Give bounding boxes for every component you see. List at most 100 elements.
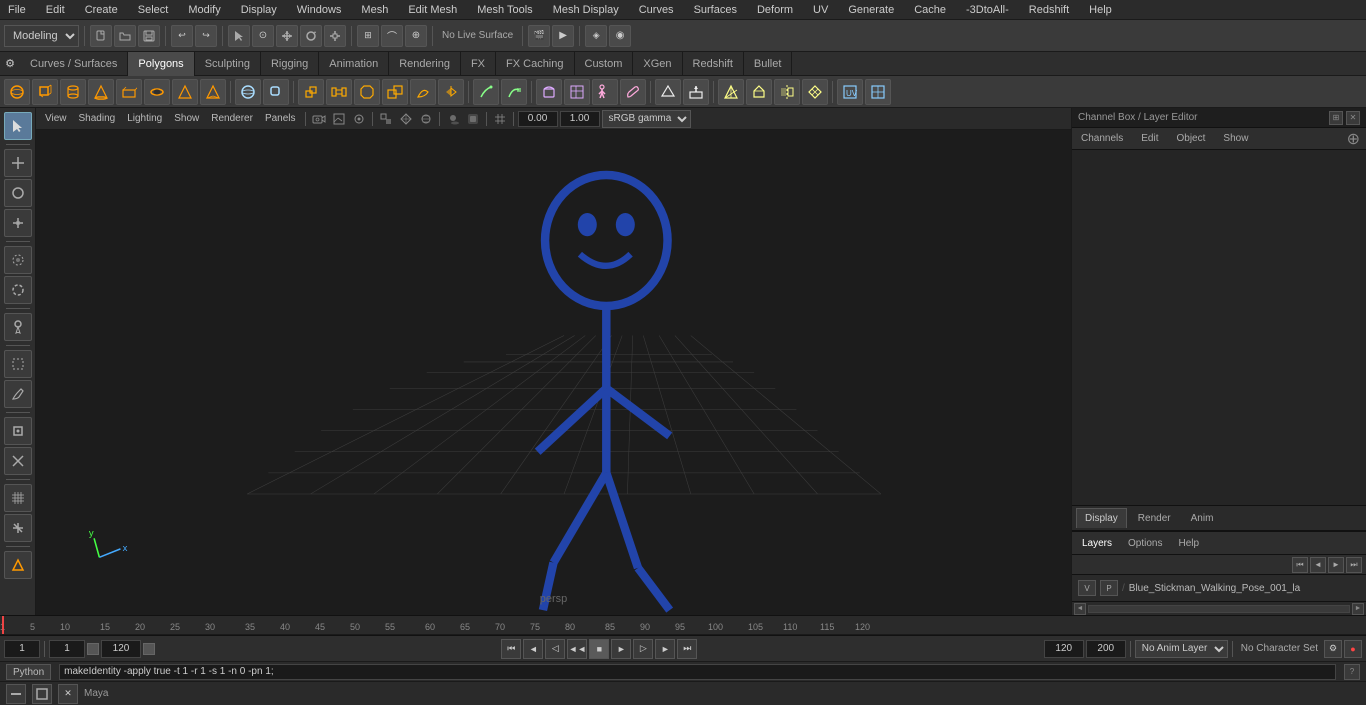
start-frame-input[interactable] <box>49 640 85 658</box>
menu-help[interactable]: Help <box>1085 4 1116 16</box>
command-input[interactable] <box>59 664 1336 680</box>
display-settings-btn[interactable]: ◈ <box>585 25 607 47</box>
vp-image-plane-btn[interactable] <box>330 110 348 128</box>
auto-key-btn[interactable]: ● <box>1344 640 1362 658</box>
menu-3dtoall[interactable]: -3DtoAll- <box>962 4 1013 16</box>
shelf-normal-icon[interactable] <box>683 79 709 105</box>
gamma-input[interactable] <box>518 111 558 127</box>
object-menu[interactable]: Object <box>1174 133 1209 144</box>
shelf-reduce-icon[interactable] <box>746 79 772 105</box>
tab-xgen[interactable]: XGen <box>633 52 682 76</box>
vp-shadows-btn[interactable] <box>444 110 462 128</box>
menu-generate[interactable]: Generate <box>844 4 898 16</box>
workspace-dropdown[interactable]: Modeling <box>4 25 79 47</box>
lasso-tool-btn[interactable]: ⊙ <box>252 25 274 47</box>
tab-sculpting[interactable]: Sculpting <box>195 52 261 76</box>
shelf-sphere-icon[interactable] <box>4 79 30 105</box>
tab-custom[interactable]: Custom <box>575 52 634 76</box>
shading-menu[interactable]: Shading <box>74 113 121 124</box>
shelf-subdiv-cube-icon[interactable] <box>263 79 289 105</box>
menu-surfaces[interactable]: Surfaces <box>690 4 741 16</box>
vp-smooth-btn[interactable] <box>417 110 435 128</box>
layer-phy-btn[interactable]: P <box>1100 580 1118 596</box>
soft-select-tool[interactable] <box>4 246 32 274</box>
open-file-btn[interactable] <box>114 25 136 47</box>
shelf-extrude-icon[interactable] <box>298 79 324 105</box>
layer-nav-prev-prev[interactable]: ⏮ <box>1292 557 1308 573</box>
menu-file[interactable]: File <box>4 4 30 16</box>
shelf-poly-display-icon[interactable] <box>655 79 681 105</box>
redo-btn[interactable]: ↪ <box>195 25 217 47</box>
skip-to-start-btn[interactable]: ⏮ <box>501 639 521 659</box>
shelf-bevel-icon[interactable] <box>354 79 380 105</box>
add-objects-tool[interactable] <box>4 514 32 542</box>
edit-menu[interactable]: Edit <box>1138 133 1161 144</box>
render-tab[interactable]: Render <box>1129 508 1180 528</box>
snap-grid-btn[interactable]: ⊞ <box>357 25 379 47</box>
custom-tool[interactable] <box>4 447 32 475</box>
shelf-smooth-icon[interactable] <box>410 79 436 105</box>
menu-cache[interactable]: Cache <box>910 4 950 16</box>
vp-grid-btn[interactable] <box>491 110 509 128</box>
options-tab[interactable]: Options <box>1124 538 1166 549</box>
transform-tool[interactable] <box>4 149 32 177</box>
prev-key-btn[interactable]: ◁ <box>545 639 565 659</box>
scale-tool[interactable] <box>4 209 32 237</box>
tab-rigging[interactable]: Rigging <box>261 52 319 76</box>
shelf-plane-icon[interactable] <box>116 79 142 105</box>
next-frame-btn[interactable]: ► <box>655 639 675 659</box>
menu-create[interactable]: Create <box>81 4 122 16</box>
paint-tool[interactable] <box>4 380 32 408</box>
select-tool-btn[interactable] <box>228 25 250 47</box>
shelf-cylinder-icon[interactable] <box>60 79 86 105</box>
menu-deform[interactable]: Deform <box>753 4 797 16</box>
anim-layer-select[interactable]: No Anim Layer <box>1135 640 1228 658</box>
vp-camera-tools-btn[interactable] <box>350 110 368 128</box>
lasso-select-tool[interactable] <box>4 276 32 304</box>
snap-to-grid-tool[interactable] <box>4 484 32 512</box>
menu-uv[interactable]: UV <box>809 4 832 16</box>
play-forward-btn[interactable]: ► <box>611 639 631 659</box>
shelf-bridge-icon[interactable] <box>326 79 352 105</box>
shelf-lattice-icon[interactable] <box>564 79 590 105</box>
timeline-area[interactable]: 1 5 10 15 20 25 30 35 40 45 50 55 60 65 … <box>0 615 1366 635</box>
help-tab[interactable]: Help <box>1174 538 1203 549</box>
shelf-cube-icon[interactable] <box>32 79 58 105</box>
menu-mesh-display[interactable]: Mesh Display <box>549 4 623 16</box>
shelf-mirror-poly-icon[interactable] <box>774 79 800 105</box>
layer-vis-btn[interactable]: V <box>1078 580 1096 596</box>
tab-bullet[interactable]: Bullet <box>744 52 793 76</box>
show-manipulator-tool[interactable] <box>4 417 32 445</box>
layer-entry[interactable]: V P / Blue_Stickman_Walking_Pose_001_la <box>1074 577 1364 599</box>
shelf-mirror-icon[interactable] <box>438 79 464 105</box>
play-back-btn[interactable]: ◄◄ <box>567 639 587 659</box>
shelf-edit-curve-icon[interactable] <box>501 79 527 105</box>
shelf-subdiv-sphere-icon[interactable] <box>235 79 261 105</box>
tab-curves-surfaces[interactable]: Curves / Surfaces <box>20 52 128 76</box>
prev-frame-btn[interactable]: ◄ <box>523 639 543 659</box>
playback-settings-btn[interactable]: ⚙ <box>1324 640 1342 658</box>
shelf-bind-skin-icon[interactable] <box>592 79 618 105</box>
snap-curve-btn[interactable]: ⌒ <box>381 25 403 47</box>
select-tool[interactable] <box>4 112 32 140</box>
menu-select[interactable]: Select <box>134 4 173 16</box>
show-menu[interactable]: Show <box>169 113 204 124</box>
shelf-paint-weights-icon[interactable] <box>620 79 646 105</box>
render-settings-btn[interactable]: 🎬 <box>528 25 550 47</box>
view-menu[interactable]: View <box>40 113 72 124</box>
menu-curves[interactable]: Curves <box>635 4 678 16</box>
rotate-tool[interactable] <box>4 179 32 207</box>
quick-maya-logo[interactable] <box>4 551 32 579</box>
save-file-btn[interactable] <box>138 25 160 47</box>
skip-to-end-btn[interactable]: ⏭ <box>677 639 697 659</box>
menu-redshift[interactable]: Redshift <box>1025 4 1073 16</box>
tab-animation[interactable]: Animation <box>319 52 389 76</box>
shelf-uv-unfold-icon[interactable] <box>865 79 891 105</box>
shelf-combine-icon[interactable] <box>382 79 408 105</box>
vp-camera-btn[interactable] <box>310 110 328 128</box>
tab-fx[interactable]: FX <box>461 52 496 76</box>
menu-edit[interactable]: Edit <box>42 4 69 16</box>
python-mode-label[interactable]: Python <box>6 664 51 680</box>
close-panel-btn[interactable]: ✕ <box>1346 111 1360 125</box>
next-key-btn[interactable]: ▷ <box>633 639 653 659</box>
